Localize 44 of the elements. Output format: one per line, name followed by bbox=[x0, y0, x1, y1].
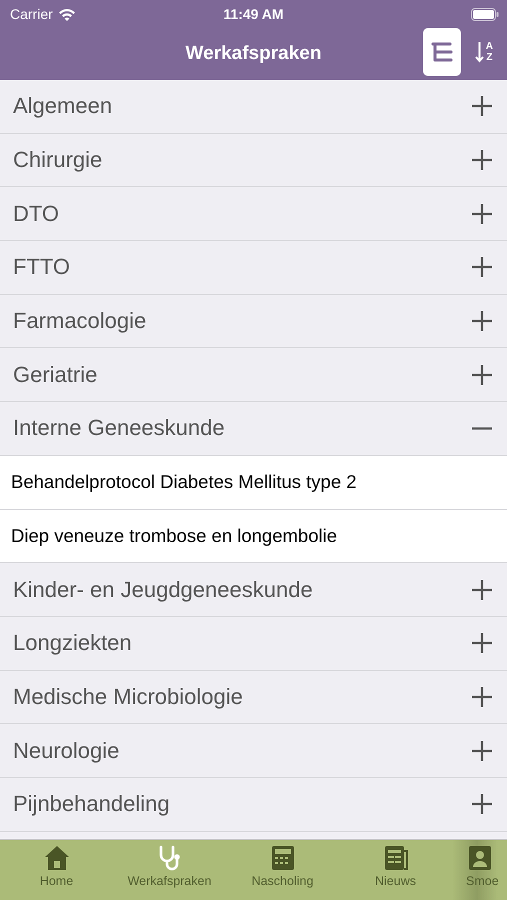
category-label: Interne Geneeskunde bbox=[13, 415, 226, 442]
category-label: Medische Microbiologie bbox=[13, 684, 244, 710]
category-label: DTO bbox=[13, 200, 60, 227]
plus-icon bbox=[471, 149, 493, 172]
category-label: Kinder- en Jeugdgeneeskunde bbox=[13, 576, 314, 603]
category-label: Farmacologie bbox=[13, 308, 148, 334]
category-label: Chirurgie bbox=[13, 147, 104, 174]
plus-icon bbox=[471, 793, 493, 816]
category-row[interactable]: Medische Microbiologie bbox=[0, 670, 507, 724]
view-toggle-button[interactable] bbox=[422, 28, 461, 76]
plus-icon bbox=[471, 740, 493, 762]
screen-title: Werkafspraken bbox=[186, 43, 322, 65]
agreement-label: Diep veneuze trombose en longembolie bbox=[11, 524, 338, 547]
home-icon bbox=[42, 844, 70, 872]
tab-item[interactable]: Home bbox=[0, 840, 113, 900]
plus-icon bbox=[471, 95, 493, 118]
tab-item[interactable]: Nieuws bbox=[339, 840, 452, 900]
agreement-row[interactable]: Behandelprotocol Diabetes Mellitus type 2 bbox=[0, 456, 507, 510]
plus-icon bbox=[471, 310, 493, 332]
plus-icon bbox=[471, 256, 493, 278]
category-label: Neurologie bbox=[13, 738, 120, 764]
category-label: Algemeen bbox=[13, 93, 114, 120]
wifi-icon bbox=[58, 8, 76, 20]
battery-icon bbox=[471, 8, 499, 20]
tab-item[interactable]: Werkafspraken bbox=[113, 840, 226, 900]
arrow-down-icon bbox=[474, 41, 484, 63]
plus-icon bbox=[471, 632, 493, 654]
category-label: FTTO bbox=[13, 254, 72, 280]
agreement-row[interactable]: Diep veneuze trombose en longembolie bbox=[0, 510, 507, 564]
category-label: Pijnbehandeling bbox=[13, 791, 171, 818]
category-label: Longziekten bbox=[13, 630, 133, 656]
agreement-label: Behandelprotocol Diabetes Mellitus type 2 bbox=[11, 471, 357, 494]
plus-icon bbox=[471, 364, 493, 386]
list-view-icon bbox=[430, 41, 454, 63]
carrier-name: Carrier bbox=[10, 6, 53, 22]
category-row[interactable]: Chirurgie bbox=[0, 134, 507, 188]
status-time: 11:49 AM bbox=[223, 6, 284, 22]
sort-button[interactable]: A Z bbox=[470, 35, 497, 69]
minus-icon bbox=[471, 426, 493, 430]
plus-icon bbox=[471, 202, 493, 225]
category-label: Geriatrie bbox=[13, 362, 98, 388]
tab-item[interactable]: Nascholing bbox=[226, 840, 339, 900]
plus-icon bbox=[471, 686, 493, 708]
plus-icon bbox=[471, 578, 493, 601]
